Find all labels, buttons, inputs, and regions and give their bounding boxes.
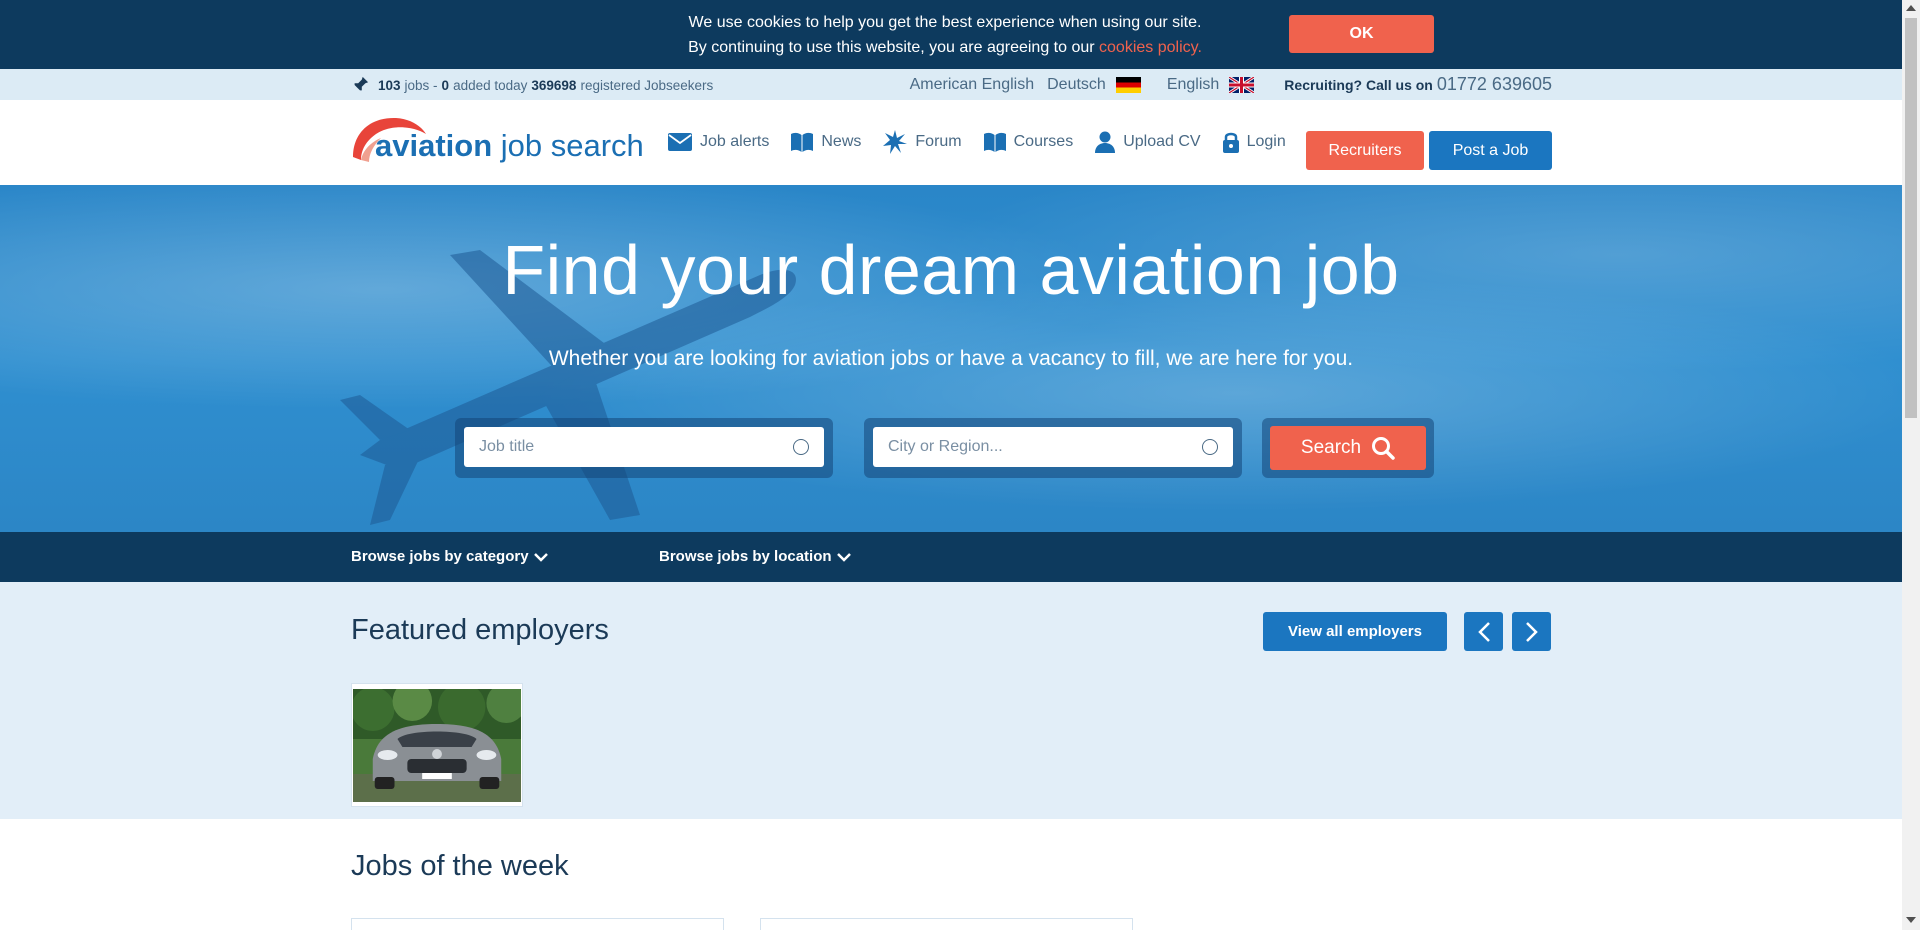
- search-button[interactable]: Search: [1270, 426, 1426, 470]
- view-all-employers-button[interactable]: View all employers: [1263, 612, 1447, 651]
- post-job-button[interactable]: Post a Job: [1429, 131, 1552, 170]
- job-title-placeholder: Job title: [479, 438, 535, 455]
- scroll-up-arrow-icon[interactable]: [1906, 5, 1916, 11]
- job-card[interactable]: [760, 918, 1133, 930]
- cookie-banner: We use cookies to help you get the best …: [0, 0, 1902, 69]
- phone-number[interactable]: 01772 639605: [1437, 74, 1552, 95]
- nav-job-alerts[interactable]: Job alerts: [668, 133, 769, 151]
- search-button-label: Search: [1300, 437, 1362, 458]
- lang-american-english[interactable]: American English: [910, 76, 1035, 94]
- main-nav: Job alerts News Forum Courses Upload CV …: [668, 130, 1308, 154]
- job-title-input[interactable]: Job title: [464, 427, 824, 467]
- recruiters-button[interactable]: Recruiters: [1306, 131, 1424, 170]
- logo-text: aviation job search: [375, 128, 644, 164]
- lang-deutsch[interactable]: Deutsch: [1047, 76, 1141, 94]
- logo-word-job-search: job search: [492, 128, 644, 163]
- location-field-wrap: City or Region...: [864, 418, 1242, 478]
- hero-title: Find your dream aviation job: [502, 231, 1400, 309]
- nav-upload-cv[interactable]: Upload CV: [1095, 131, 1201, 153]
- scroll-down-arrow-icon[interactable]: [1906, 917, 1916, 923]
- nav-courses[interactable]: Courses: [983, 132, 1074, 152]
- featured-employers-title: Featured employers: [351, 614, 609, 646]
- carousel-next-button[interactable]: [1512, 612, 1551, 651]
- lang-english-label: English: [1166, 75, 1220, 93]
- employer-card[interactable]: [351, 681, 526, 807]
- cookie-message: We use cookies to help you get the best …: [560, 10, 1330, 60]
- nav-news-label: News: [821, 133, 862, 150]
- nav-job-alerts-label: Job alerts: [700, 133, 770, 150]
- search-button-wrap: Search: [1262, 418, 1434, 478]
- uk-flag-icon: [1229, 76, 1255, 93]
- site-logo[interactable]: aviation job search: [351, 112, 644, 172]
- open-book-icon: [791, 132, 814, 152]
- search-icon: [1372, 437, 1395, 460]
- jobs-count: 103: [378, 77, 401, 93]
- envelope-icon: [668, 133, 692, 151]
- hero-section: Find your dream aviation job Whether you…: [0, 185, 1902, 532]
- locate-icon: [1202, 439, 1218, 455]
- info-bar: 103 jobs - 0 added today 369698 register…: [0, 69, 1902, 100]
- browse-by-location[interactable]: Browse jobs by location: [659, 548, 851, 565]
- chevron-left-icon: [1477, 621, 1490, 642]
- cookies-policy-link[interactable]: cookies policy.: [1099, 39, 1202, 56]
- browse-by-category[interactable]: Browse jobs by category: [351, 548, 548, 565]
- user-icon: [1095, 131, 1116, 153]
- cookie-ok-button[interactable]: OK: [1289, 15, 1434, 53]
- lang-english[interactable]: English: [1166, 75, 1255, 94]
- site-stats: 103 jobs - 0 added today 369698 register…: [351, 76, 713, 94]
- burst-icon: [883, 130, 908, 154]
- seekers-label: registered Jobseekers: [580, 77, 714, 93]
- german-flag-icon: [1115, 76, 1141, 93]
- cookie-line-1: We use cookies to help you get the best …: [688, 14, 1202, 31]
- jobs-of-the-week-title: Jobs of the week: [351, 850, 569, 882]
- added-label: added today: [453, 77, 528, 93]
- nav-login-label: Login: [1246, 133, 1286, 150]
- browse-bar: Browse jobs by category Browse jobs by l…: [0, 532, 1902, 582]
- location-input[interactable]: City or Region...: [873, 427, 1233, 467]
- hero-subtitle: Whether you are looking for aviation job…: [548, 347, 1354, 370]
- nav-forum[interactable]: Forum: [883, 130, 962, 154]
- pushpin-icon: [352, 76, 369, 93]
- job-card[interactable]: [351, 918, 724, 930]
- location-placeholder: City or Region...: [888, 438, 1003, 455]
- carousel-prev-button[interactable]: [1464, 612, 1503, 651]
- employer-logo-image: [351, 681, 526, 802]
- nav-forum-label: Forum: [915, 133, 962, 150]
- nav-courses-label: Courses: [1013, 133, 1074, 150]
- site-header: aviation job search Job alerts News Foru…: [0, 100, 1902, 185]
- recruiting-label: Recruiting? Call us on: [1284, 76, 1433, 93]
- lang-deutsch-label: Deutsch: [1047, 75, 1106, 93]
- scrollbar-thumb[interactable]: [1905, 18, 1917, 418]
- seekers-count: 369698: [531, 77, 577, 93]
- vertical-scrollbar[interactable]: [1902, 0, 1920, 930]
- cookie-line-2-text: By continuing to use this website, you a…: [688, 39, 1100, 56]
- nav-login[interactable]: Login: [1222, 131, 1286, 153]
- added-count: 0: [441, 77, 450, 93]
- chevron-right-icon: [1525, 621, 1538, 642]
- nav-news[interactable]: News: [791, 132, 861, 152]
- job-title-field-wrap: Job title: [455, 418, 833, 478]
- chevron-down-icon: [533, 552, 548, 562]
- jobs-label: jobs -: [404, 77, 438, 93]
- logo-word-aviation: aviation: [375, 128, 493, 163]
- language-selector: American English Deutsch English Recruit…: [897, 74, 1552, 95]
- cookie-line-2: By continuing to use this website, you a…: [560, 35, 1330, 60]
- padlock-icon: [1222, 132, 1239, 153]
- featured-employers-section: Featured employers View all employers: [0, 582, 1902, 819]
- chevron-down-icon: [836, 552, 851, 562]
- nav-upload-cv-label: Upload CV: [1123, 133, 1201, 150]
- browse-category-label: Browse jobs by category: [351, 548, 529, 565]
- circle-icon: [793, 439, 809, 455]
- book-icon: [983, 132, 1006, 152]
- browse-location-label: Browse jobs by location: [659, 548, 832, 565]
